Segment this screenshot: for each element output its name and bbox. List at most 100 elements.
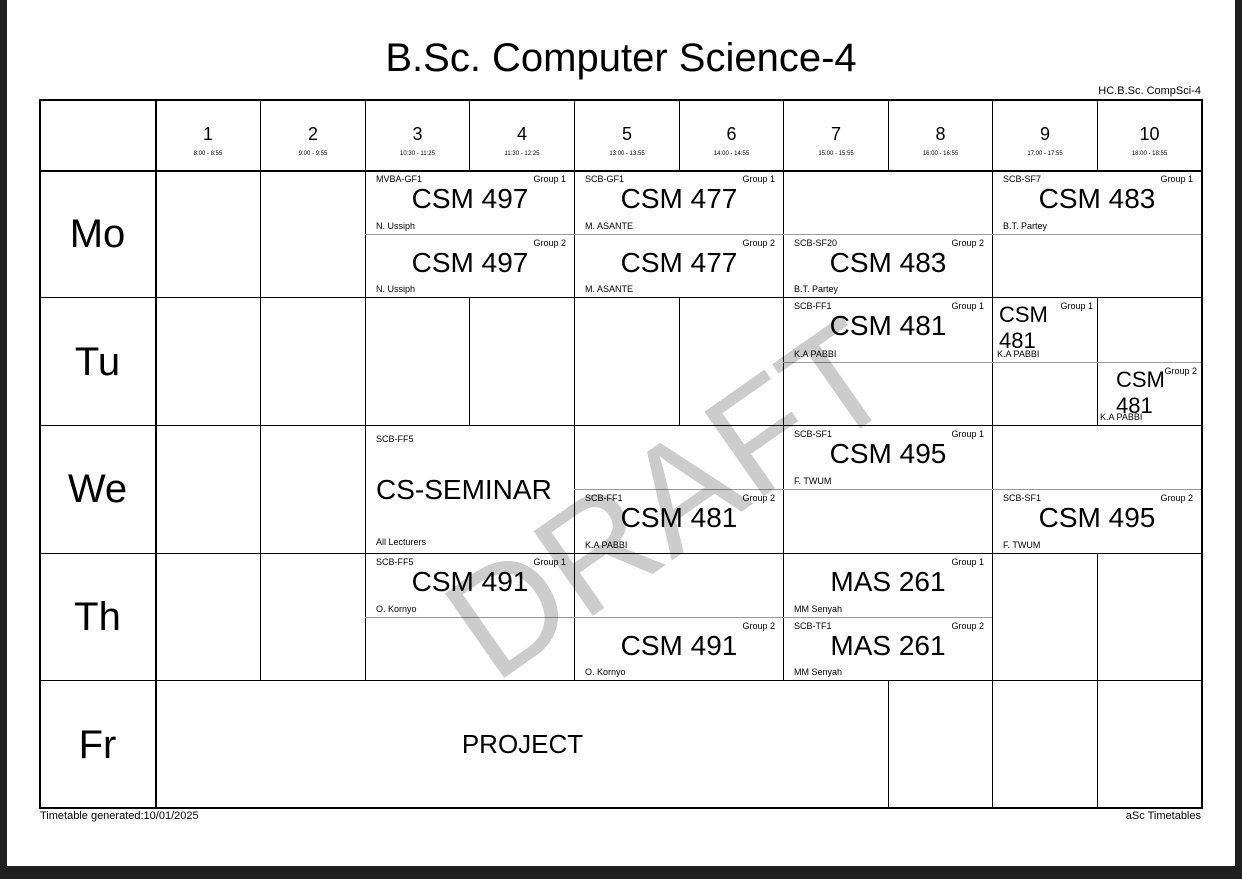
lesson-card[interactable]: SCB-SF20 Group 2 CSM 483 B.T. Partey [784, 235, 992, 297]
vendor-label: aSc Timetables [1125, 810, 1201, 822]
lesson-lecturer: O. Kornyo [585, 667, 626, 677]
cell-line [888, 681, 889, 808]
lesson-room: SCB-FF5 [376, 434, 414, 444]
period-header-3: 3 10:30 - 11:25 [366, 99, 469, 171]
lesson-subject: CSM 491 [620, 630, 738, 661]
period-number: 7 [830, 124, 841, 144]
lesson-lecturer: MM Senyah [794, 604, 843, 614]
cell-line [260, 298, 261, 425]
period-time: 10:30 - 11:25 [400, 151, 435, 157]
lesson-lecturer: M. ASANTE [585, 284, 634, 294]
lesson-card[interactable]: SCB-SF7 Group 1 CSM 483 B.T. Partey [993, 171, 1201, 234]
cell-line [260, 554, 261, 680]
period-header-5: 5 13:00 - 13:55 [575, 99, 679, 171]
period-time: 9:00 - 9:55 [298, 151, 328, 157]
period-number: 5 [621, 124, 632, 144]
cell-line [992, 554, 993, 680]
lesson-card[interactable]: MVBA-GF1 Group 1 CSM 497 N. Ussiph [366, 171, 574, 234]
lesson-card[interactable]: Group 2 CSM 497 N. Ussiph [366, 235, 574, 297]
lesson-subject: CSM 481 [829, 310, 947, 341]
period-header-7: 7 15:00 - 15:55 [784, 99, 888, 171]
cell-line [679, 298, 680, 425]
lesson-subject: CSM 477 [620, 183, 738, 214]
lesson-subject: CSM 481 [620, 502, 738, 533]
lesson-lecturer: O. Kornyo [376, 604, 417, 614]
day-divider [39, 553, 1203, 554]
day-divider [39, 425, 1203, 426]
lesson-card[interactable]: Group 2 CSM 477 M. ASANTE [575, 235, 783, 297]
lesson-subject: CSM 495 [1038, 502, 1156, 533]
lesson-lecturer: N. Ussiph [376, 284, 416, 294]
lesson-card[interactable]: SCB-FF5 CS-SEMINAR All Lecturers [366, 426, 574, 553]
lesson-lecturer: B.T. Partey [794, 284, 839, 294]
cell-line [992, 681, 993, 808]
day-label-fr: Fr [78, 723, 117, 767]
period-time: 18:00 - 18:55 [1131, 151, 1168, 157]
cell-line [260, 426, 261, 553]
lesson-lecturer: K.A PABBI [585, 540, 628, 550]
lesson-subject: CSM 497 [411, 183, 529, 214]
day-label-tu: Tu [74, 340, 121, 384]
cell-line [1097, 554, 1098, 680]
period-number: 1 [202, 124, 213, 144]
lesson-lecturer: F. TWUM [1003, 540, 1041, 550]
project-block[interactable]: PROJECT [157, 681, 888, 808]
lesson-card[interactable]: SCB-GF1 Group 1 CSM 477 M. ASANTE [575, 171, 783, 234]
cell-line [365, 298, 366, 425]
lesson-lecturer: MM Senyah [794, 667, 843, 677]
cell-line [1097, 681, 1098, 808]
period-time: 8:00 - 8:55 [193, 151, 223, 157]
lesson-lecturer: All Lecturers [376, 537, 427, 547]
lesson-lecturer: M. ASANTE [585, 221, 634, 231]
period-time: 13:00 - 13:55 [609, 151, 645, 157]
period-time: 16:00 - 16:55 [922, 151, 959, 157]
lesson-lecturer: K.A PABBI [1100, 412, 1143, 422]
class-code: HC.B.Sc. CompSci-4 [1098, 85, 1201, 97]
period-header-10: 10 18:00 - 18:55 [1098, 99, 1201, 171]
cell-line [992, 234, 1201, 235]
lesson-card[interactable]: Group 2 CSM 481 K.A PABBI [1098, 363, 1201, 425]
lesson-subject: CSM 497 [411, 247, 529, 278]
lesson-subject: CSM 483 [1038, 183, 1156, 214]
day-label-mo: Mo [69, 212, 126, 256]
lesson-lecturer: B.T. Partey [1003, 221, 1048, 231]
lesson-card[interactable]: Group 1 MAS 261 MM Senyah [784, 554, 992, 617]
period-number: 2 [307, 124, 318, 144]
period-time: 17:00 - 17:55 [1027, 151, 1063, 157]
lesson-card[interactable]: SCB-FF1 Group 1 CSM 481 K.A PABBI [784, 298, 992, 362]
lesson-card[interactable]: SCB-FF5 Group 1 CSM 491 O. Kornyo [366, 554, 574, 617]
page-title: B.Sc. Computer Science-4 [385, 36, 857, 80]
period-header-4: 4 11:30 - 12:25 [470, 99, 574, 171]
lesson-card[interactable]: SCB-SF1 Group 1 CSM 495 F. TWUM [784, 426, 992, 489]
period-header-8: 8 16:00 - 16:55 [889, 99, 992, 171]
period-header-1: 1 8:00 - 8:55 [156, 99, 260, 171]
period-time: 11:30 - 12:25 [504, 151, 540, 157]
cell-line [574, 298, 575, 425]
lesson-card[interactable]: SCB-SF1 Group 2 CSM 495 F. TWUM [993, 490, 1201, 553]
lesson-subject: CSM 477 [620, 247, 738, 278]
period-time: 14:00 - 14:55 [713, 151, 750, 157]
period-header-6: 6 14:00 - 14:55 [680, 99, 783, 171]
period-number: 9 [1039, 124, 1050, 144]
lesson-card[interactable]: SCB-TF1 Group 2 MAS 261 MM Senyah [784, 618, 992, 680]
period-number: 10 [1139, 124, 1160, 144]
lesson-card[interactable]: Group 2 CSM 491 O. Kornyo [575, 618, 783, 680]
lesson-card[interactable]: Group 1 CSM 481 K.A PABBI [993, 298, 1097, 362]
generated-date: Timetable generated:10/01/2025 [40, 810, 199, 822]
lesson-card[interactable]: SCB-FF1 Group 2 CSM 481 K.A PABBI [575, 490, 783, 553]
day-label-we: We [67, 467, 128, 511]
period-number: 3 [412, 124, 423, 144]
lesson-subject: CSM 495 [829, 438, 947, 469]
period-time: 15:00 - 15:55 [818, 151, 854, 157]
period-number: 6 [726, 124, 737, 144]
timetable-grid: 1 8:00 - 8:55 2 9:00 - 9:55 3 10:30 - 11:25… [39, 99, 1203, 809]
period-number: 4 [516, 124, 527, 144]
lesson-lecturer: K.A PABBI [794, 349, 837, 359]
grid-border-right [1201, 99, 1203, 809]
lesson-subject: CSM 481 [999, 302, 1048, 353]
period-header-2: 2 9:00 - 9:55 [261, 99, 365, 171]
cell-line [469, 298, 470, 425]
cell-line [260, 171, 261, 297]
grid-border-left [39, 99, 41, 809]
lesson-subject: MAS 261 [830, 566, 946, 597]
